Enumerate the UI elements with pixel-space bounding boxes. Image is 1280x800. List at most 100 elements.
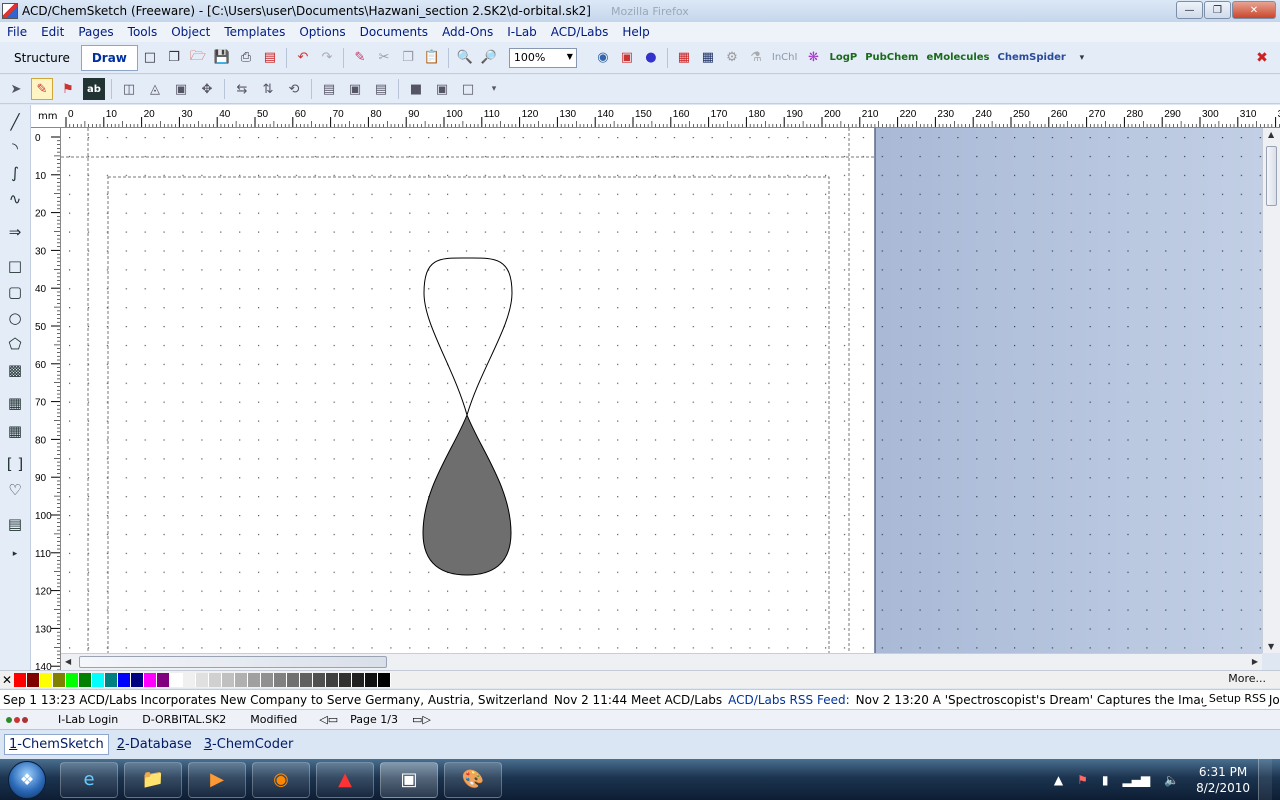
color-swatch[interactable]	[53, 672, 66, 687]
zoom-select[interactable]: 100% ▼	[508, 47, 577, 68]
show-desktop-button[interactable]	[1258, 759, 1272, 800]
no-color-icon[interactable]: ✕	[0, 673, 14, 687]
print-icon[interactable]: ⎙	[235, 47, 257, 69]
flip-vertical-icon[interactable]: ⇅	[257, 78, 279, 100]
color-swatch[interactable]	[365, 672, 378, 687]
center-icon[interactable]: ✥	[196, 78, 218, 100]
menu-help[interactable]: Help	[615, 25, 656, 39]
inchi-link[interactable]: InChI	[772, 52, 798, 63]
minimize-button[interactable]: —	[1176, 1, 1203, 19]
zoom-in-icon[interactable]: 🔍	[454, 47, 476, 69]
gear-icon[interactable]: ⚙	[721, 47, 743, 69]
start-button[interactable]: ❖	[8, 760, 46, 799]
color-swatch[interactable]	[131, 672, 144, 687]
menu-options[interactable]: Options	[292, 25, 352, 39]
color-swatch[interactable]	[14, 672, 27, 687]
structure-mode-button[interactable]: Structure	[3, 45, 81, 71]
tab-chemcoder[interactable]: 3-ChemCoder	[200, 735, 298, 754]
news-item[interactable]: Sep 1 13:23 ACD/Labs Incorporates New Co…	[0, 693, 551, 707]
emolecules-link[interactable]: eMolecules	[926, 52, 989, 63]
acrobat-taskbar-icon[interactable]: ▲	[316, 761, 374, 798]
chemsketch-taskbar-icon[interactable]: ▣	[380, 761, 438, 798]
tab-database[interactable]: 2-Database	[113, 735, 196, 754]
align-right-icon[interactable]: ▤	[370, 78, 392, 100]
redo-icon[interactable]: ↷	[316, 47, 338, 69]
cut-icon[interactable]: ✂	[373, 47, 395, 69]
paste-icon[interactable]: 📋	[421, 47, 443, 69]
setup-rss-button[interactable]: Setup RSS	[1202, 692, 1266, 705]
scroll-up-icon[interactable]: ▲	[1268, 130, 1274, 139]
color-swatch[interactable]	[105, 672, 118, 687]
open-folder-icon[interactable]: 🗁	[187, 47, 209, 69]
align-left-icon[interactable]: ▤	[318, 78, 340, 100]
color-swatch[interactable]	[27, 672, 40, 687]
new-page-icon[interactable]: □	[139, 47, 161, 69]
color-swatch[interactable]	[183, 672, 196, 687]
menu-file[interactable]: File	[0, 25, 34, 39]
structure-search-icon[interactable]: ❋	[802, 47, 824, 69]
volume-icon[interactable]: 🔈	[1164, 773, 1179, 787]
action-center-icon[interactable]: ⚑	[1077, 773, 1088, 787]
draw-mode-button[interactable]: Draw	[80, 44, 138, 71]
horizontal-scroll-thumb[interactable]	[79, 656, 387, 668]
pen-icon[interactable]: ✎	[31, 78, 53, 100]
polygon-tool-icon[interactable]: ⬠	[4, 333, 26, 355]
pdf-icon[interactable]: ▤	[259, 47, 281, 69]
close-button[interactable]: ✕	[1232, 1, 1276, 19]
menu-acd-labs[interactable]: ACD/Labs	[544, 25, 616, 39]
vertical-scroll-thumb[interactable]	[1266, 146, 1277, 206]
color-swatch[interactable]	[157, 672, 170, 687]
clock[interactable]: 6:31 PM 8/2/2010	[1196, 764, 1250, 796]
ungroup-icon[interactable]: ◬	[144, 78, 166, 100]
color-swatch[interactable]	[378, 672, 391, 687]
next-page-icon[interactable]: ▭▷	[412, 713, 431, 726]
table-tool-icon[interactable]: ▦	[4, 420, 26, 442]
media-player-taskbar-icon[interactable]: ▶	[188, 761, 246, 798]
drawing-canvas[interactable]	[61, 128, 1262, 653]
rectangle-tool-icon[interactable]: □	[4, 255, 26, 277]
table-icon[interactable]: ▦	[697, 47, 719, 69]
scroll-down-icon[interactable]: ▼	[1268, 642, 1274, 651]
curve-tool-icon[interactable]: ∫	[4, 162, 26, 184]
align-bottom-icon[interactable]: □	[457, 78, 479, 100]
wave-tool-icon[interactable]: ∿	[4, 188, 26, 210]
flip-horizontal-icon[interactable]: ⇆	[231, 78, 253, 100]
firefox-taskbar-icon[interactable]: ◉	[252, 761, 310, 798]
color-swatch[interactable]	[313, 672, 326, 687]
color-swatch[interactable]	[339, 672, 352, 687]
copy-icon[interactable]: ❐	[397, 47, 419, 69]
menu-documents[interactable]: Documents	[353, 25, 435, 39]
line-tool-icon[interactable]: ╱	[4, 111, 26, 133]
ellipse-tool-icon[interactable]: ○	[4, 307, 26, 329]
save-icon[interactable]: 💾	[211, 47, 233, 69]
flag-icon[interactable]: ⚑	[57, 78, 79, 100]
color-swatch[interactable]	[66, 672, 79, 687]
color-swatch[interactable]	[222, 672, 235, 687]
align-center-icon[interactable]: ▣	[344, 78, 366, 100]
rounded-rectangle-tool-icon[interactable]: ▢	[4, 281, 26, 303]
menu-pages[interactable]: Pages	[71, 25, 120, 39]
menu-i-lab[interactable]: I-Lab	[500, 25, 544, 39]
ilab-login-button[interactable]: I-Lab Login	[58, 713, 118, 726]
color-swatch[interactable]	[79, 672, 92, 687]
toolbar2-overflow-icon[interactable]: ▾	[483, 78, 505, 100]
align-middle-icon[interactable]: ▣	[431, 78, 453, 100]
grid-table-tool-icon[interactable]: ▦	[4, 392, 26, 414]
align-top-icon[interactable]: ■	[405, 78, 427, 100]
logp-link[interactable]: LogP	[829, 52, 857, 63]
paint-taskbar-icon[interactable]: 🎨	[444, 761, 502, 798]
horizontal-scrollbar[interactable]: ◀ ▶	[61, 653, 1262, 670]
menu-tools[interactable]: Tools	[121, 25, 165, 39]
menu-templates[interactable]: Templates	[217, 25, 292, 39]
toolbar-overflow-icon[interactable]: ▾	[1071, 47, 1093, 69]
color-swatch[interactable]	[144, 672, 157, 687]
color-swatch[interactable]	[170, 672, 183, 687]
molecule-icon[interactable]: ●	[640, 47, 662, 69]
color-swatch[interactable]	[248, 672, 261, 687]
lock-icon[interactable]: ▣	[170, 78, 192, 100]
color-swatch[interactable]	[92, 672, 105, 687]
show-hidden-icons-icon[interactable]: ▲	[1054, 773, 1063, 787]
fill-tool-icon[interactable]: ▩	[4, 359, 26, 381]
maximize-button[interactable]: ❐	[1204, 1, 1231, 19]
menu-object[interactable]: Object	[164, 25, 217, 39]
